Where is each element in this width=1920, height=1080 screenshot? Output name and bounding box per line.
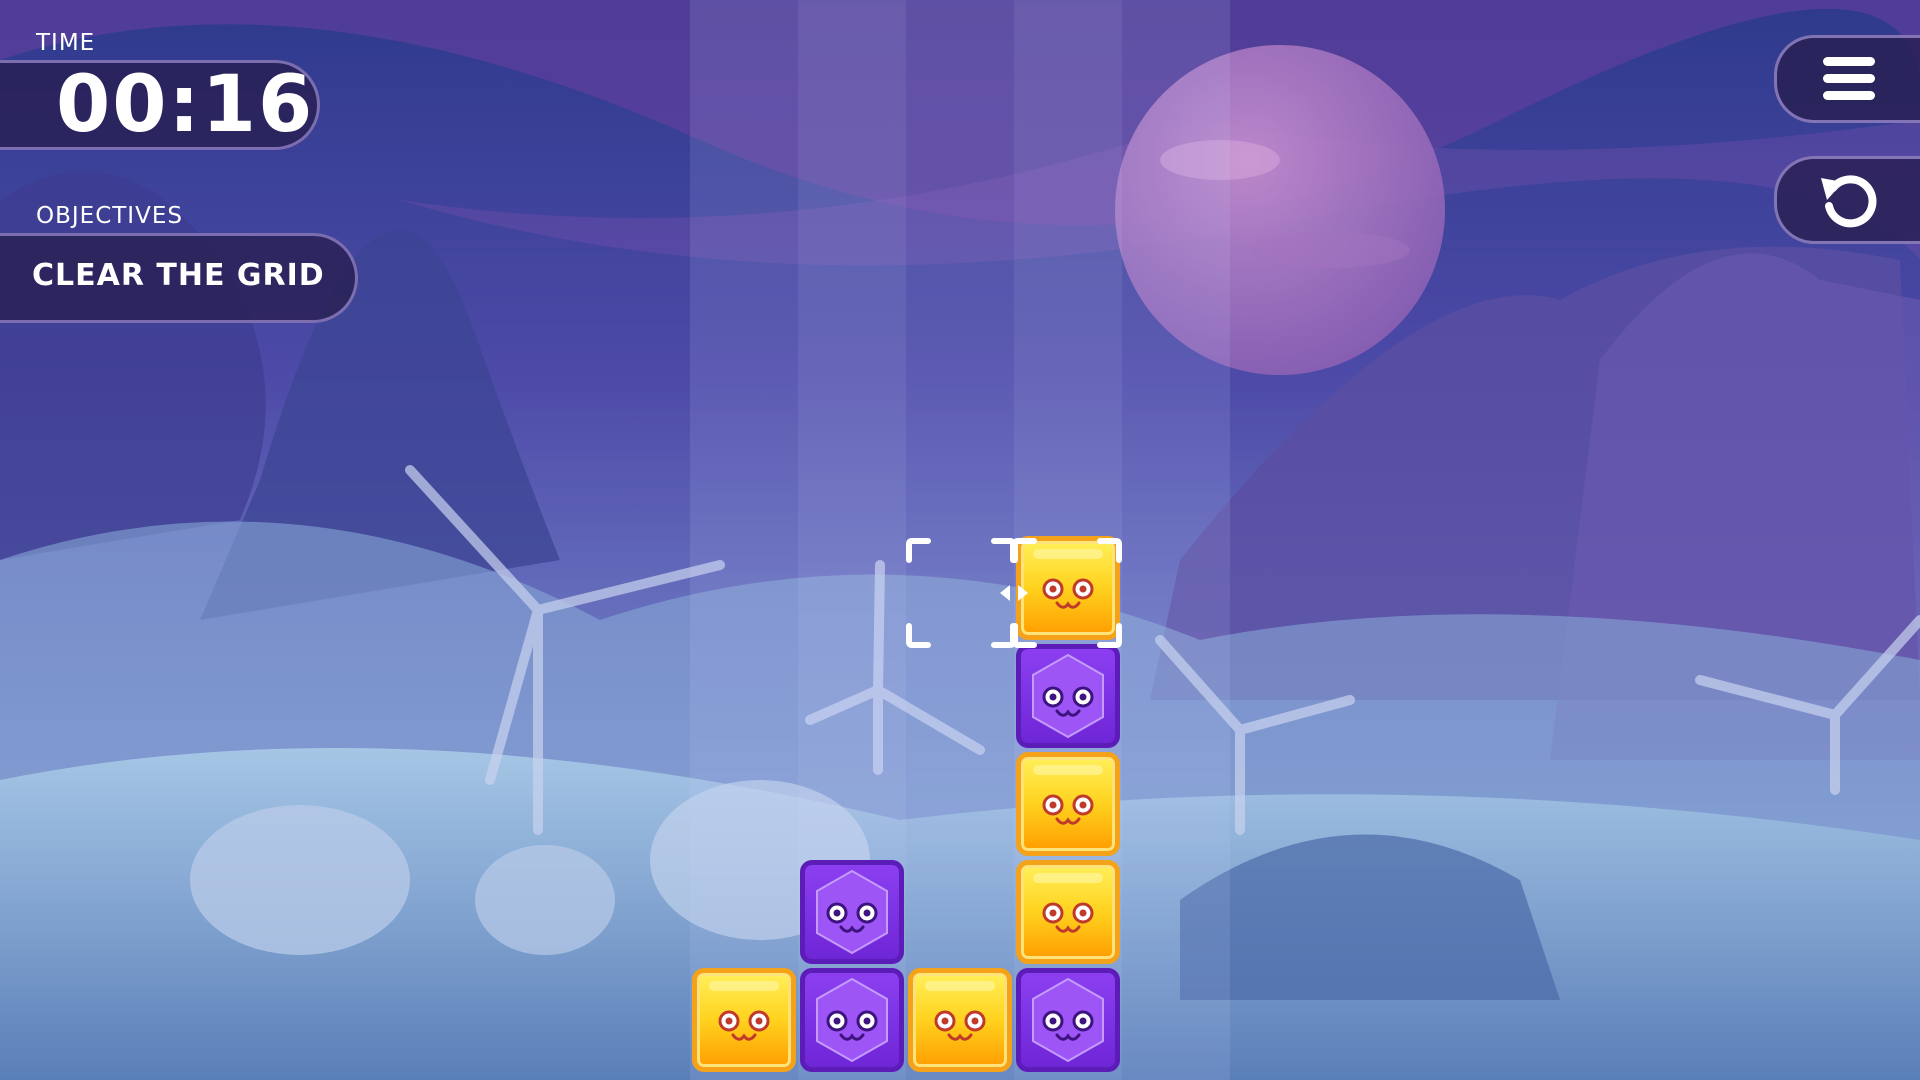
- yellow-block[interactable]: [1016, 860, 1120, 964]
- time-value: 00:16: [56, 60, 315, 150]
- purple-block-face-icon: [1032, 653, 1104, 739]
- yellow-block[interactable]: [908, 968, 1012, 1072]
- game-stage: TIME 00:16 OBJECTIVES CLEAR THE GRID: [0, 0, 1920, 1080]
- yellow-block[interactable]: [692, 968, 796, 1072]
- purple-block[interactable]: [1016, 968, 1120, 1072]
- yellow-block-face-icon: [1033, 873, 1103, 933]
- purple-block[interactable]: [1016, 644, 1120, 748]
- purple-block[interactable]: [800, 968, 904, 1072]
- yellow-block[interactable]: [1016, 752, 1120, 856]
- time-label: TIME: [36, 30, 96, 56]
- menu-button[interactable]: [1774, 35, 1920, 123]
- grid-column-5[interactable]: [1122, 0, 1230, 1080]
- grid-column-1[interactable]: [690, 0, 798, 1080]
- objectives-label: OBJECTIVES: [36, 203, 183, 229]
- purple-block[interactable]: [800, 860, 904, 964]
- restart-icon: [1820, 175, 1876, 228]
- swap-cursor[interactable]: [906, 538, 1122, 648]
- objective-text: CLEAR THE GRID: [32, 258, 325, 293]
- yellow-block-face-icon: [1033, 765, 1103, 825]
- yellow-block-face-icon: [925, 981, 995, 1041]
- purple-block-face-icon: [1032, 977, 1104, 1063]
- hamburger-menu-icon: [1822, 57, 1875, 100]
- restart-button[interactable]: [1774, 156, 1920, 244]
- yellow-block-face-icon: [709, 981, 779, 1041]
- purple-block-face-icon: [816, 869, 888, 955]
- purple-block-face-icon: [816, 977, 888, 1063]
